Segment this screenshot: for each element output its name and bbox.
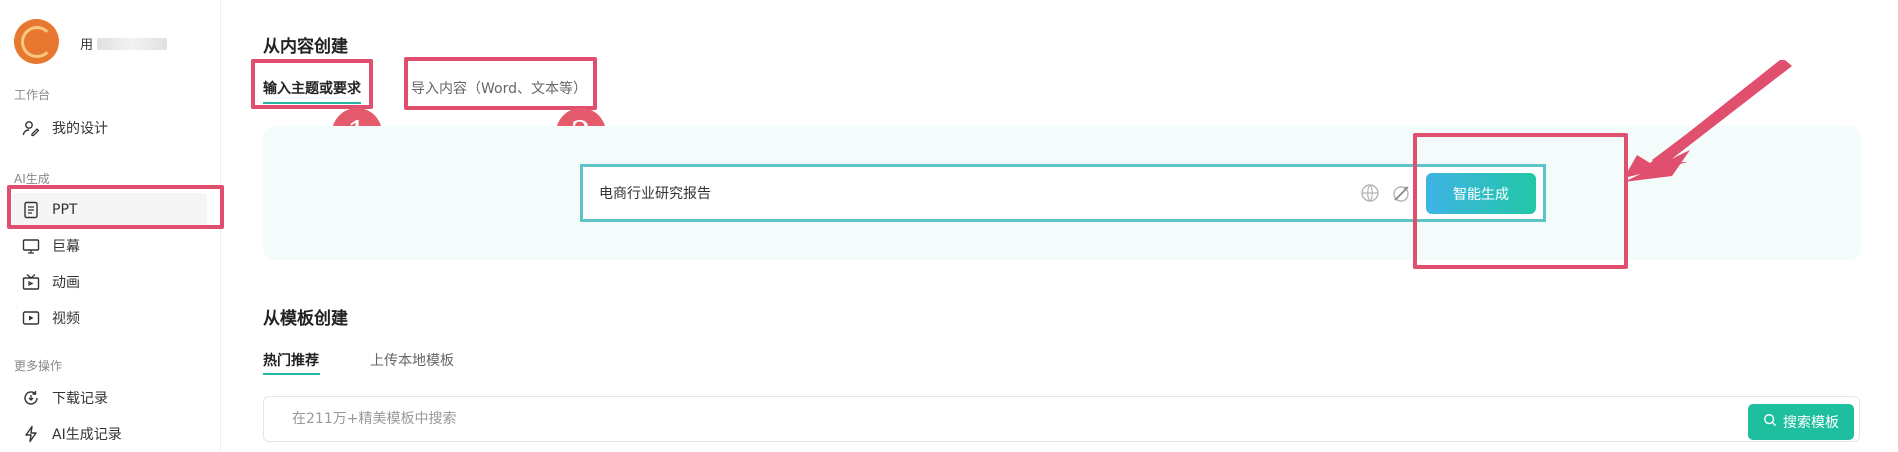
sidebar-item-label: 视频 — [52, 311, 80, 327]
username-blurred — [97, 37, 168, 50]
tv-icon — [22, 273, 40, 291]
sidebar-item-my-design[interactable]: 我的设计 — [12, 111, 207, 145]
download-history-icon — [22, 389, 40, 407]
annotation-box-ppt — [7, 185, 224, 229]
tab-upload-template[interactable]: 上传本地模板 — [370, 350, 454, 370]
sidebar-item-video[interactable]: 视频 — [12, 301, 207, 335]
avatar-logo-icon — [20, 25, 53, 58]
annotation-box-generate — [1413, 133, 1628, 269]
section-title-template-create: 从模板创建 — [263, 309, 348, 329]
avatar[interactable] — [14, 19, 59, 64]
template-search-input[interactable] — [290, 410, 1394, 428]
username-text: 用 — [80, 38, 94, 53]
globe-icon[interactable] — [1360, 183, 1380, 203]
user-edit-icon — [22, 119, 40, 137]
sidebar-item-ai-history[interactable]: AI生成记录 — [12, 417, 207, 451]
sidebar-item-big-screen[interactable]: 巨幕 — [12, 229, 207, 263]
search-icon — [1763, 413, 1777, 431]
sidebar-item-animation[interactable]: 动画 — [12, 265, 207, 299]
section-title-content-create: 从内容创建 — [263, 37, 348, 57]
sidebar-item-downloads[interactable]: 下载记录 — [12, 381, 207, 415]
topic-input[interactable] — [597, 184, 1361, 202]
annotation-box-tab-1 — [251, 59, 373, 109]
sidebar-item-label: 下载记录 — [52, 391, 108, 407]
section-label-workspace: 工作台 — [14, 88, 51, 102]
sidebar-item-label: 我的设计 — [52, 121, 108, 137]
sidebar-item-label: 巨幕 — [52, 239, 80, 255]
screen-icon — [22, 237, 40, 255]
annotation-box-tab-2 — [404, 57, 597, 110]
tab-active-underline — [263, 373, 320, 375]
section-label-more: 更多操作 — [14, 359, 63, 373]
username[interactable]: 用 — [80, 34, 168, 53]
tab-hot-recommend[interactable]: 热门推荐 — [263, 350, 319, 370]
sidebar-item-label: 动画 — [52, 275, 80, 291]
video-icon — [22, 309, 40, 327]
search-button-label: 搜索模板 — [1783, 415, 1839, 431]
lightning-icon — [22, 425, 40, 443]
magic-wand-icon[interactable] — [1391, 183, 1411, 203]
sidebar-item-label: AI生成记录 — [52, 427, 122, 443]
search-template-button[interactable]: 搜索模板 — [1748, 404, 1854, 440]
